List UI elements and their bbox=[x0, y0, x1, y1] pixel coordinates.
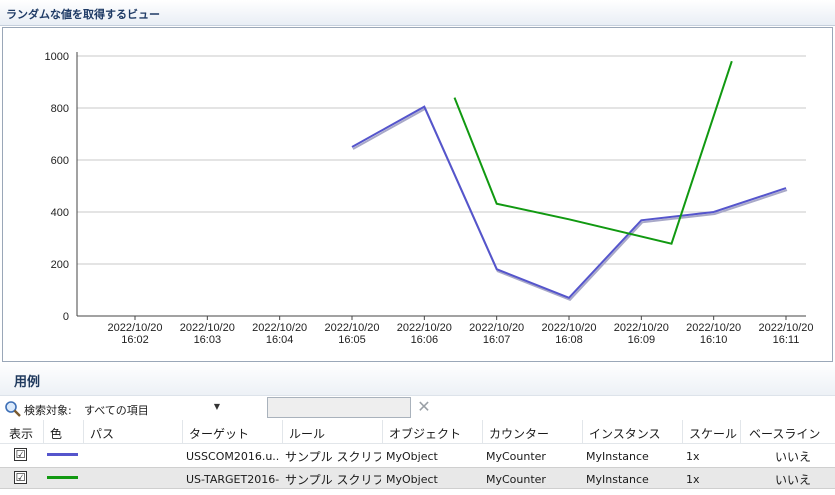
column-header-color[interactable]: 色 bbox=[43, 420, 83, 443]
show-checkbox[interactable]: ☑ bbox=[14, 471, 27, 484]
window-title-bar: ランダムな値を取得するビュー bbox=[0, 0, 835, 26]
path-cell bbox=[89, 468, 179, 488]
x-tick-label-date: 2022/10/20 bbox=[469, 322, 524, 334]
column-header-target[interactable]: ターゲット bbox=[182, 420, 282, 443]
clear-search-icon[interactable]: ✕ bbox=[415, 398, 433, 416]
path-cell bbox=[89, 445, 179, 467]
column-header-object[interactable]: オブジェクト bbox=[382, 420, 482, 443]
legend-title: 用例 bbox=[14, 375, 41, 390]
x-tick-label-date: 2022/10/20 bbox=[614, 322, 669, 334]
x-tick-label-date: 2022/10/20 bbox=[252, 322, 307, 334]
filter-dropdown-value: すべての項目 bbox=[84, 404, 149, 417]
legend-table-header: 表示 色 パス ターゲット ルール オブジェクト カウンター インスタンス スケ… bbox=[0, 420, 835, 444]
filter-dropdown[interactable]: すべての項目 ▼ bbox=[82, 399, 228, 418]
x-tick-label-date: 2022/10/20 bbox=[324, 322, 379, 334]
baseline-cell: いいえ bbox=[775, 473, 812, 487]
column-header-scale[interactable]: スケール bbox=[682, 420, 740, 443]
y-tick-label: 800 bbox=[51, 103, 69, 115]
line-chart: 020040060080010002022/10/2016:022022/10/… bbox=[45, 51, 814, 346]
y-tick-label: 400 bbox=[51, 207, 69, 219]
legend-header: 用例 bbox=[0, 362, 835, 396]
rule-cell: サンプル スクリプ... bbox=[285, 473, 381, 487]
x-tick-label-time: 16:11 bbox=[773, 334, 800, 346]
performance-chart: 0 200 400 600 800 1000 2022/10/20 16:02 2022/10/… bbox=[2, 27, 833, 362]
legend-row[interactable]: ☑ US-TARGET2016-... サンプル スクリプ... MyObjec… bbox=[0, 467, 835, 489]
rule-cell: サンプル スクリプ... bbox=[285, 450, 381, 464]
legend-row[interactable]: ☑ USSCOM2016.u... サンプル スクリプ... MyObject … bbox=[0, 445, 835, 467]
x-tick-label-date: 2022/10/20 bbox=[397, 322, 452, 334]
x-tick-label-time: 16:02 bbox=[121, 334, 149, 346]
chevron-down-icon: ▼ bbox=[213, 402, 220, 411]
filter-label: 検索対象: bbox=[24, 404, 72, 417]
column-header-show[interactable]: 表示 bbox=[9, 420, 43, 443]
legend-panel: 用例 検索対象: すべての項目 ▼ ✕ 表示 色 パス ターゲット ルール オブ… bbox=[0, 362, 835, 495]
target-cell: US-TARGET2016-... bbox=[186, 473, 280, 486]
y-tick-label: 600 bbox=[51, 155, 69, 167]
counter-cell: MyCounter bbox=[486, 450, 546, 463]
column-header-baseline[interactable]: ベースライン bbox=[740, 420, 835, 443]
object-cell: MyObject bbox=[386, 450, 438, 463]
x-tick-label-time: 16:10 bbox=[700, 334, 728, 346]
series-line bbox=[351, 105, 787, 299]
baseline-cell: いいえ bbox=[775, 450, 812, 464]
x-tick-label-time: 16:06 bbox=[411, 334, 439, 346]
target-cell: USSCOM2016.u... bbox=[186, 450, 280, 463]
scale-cell: 1x bbox=[686, 450, 700, 463]
y-tick-label: 1000 bbox=[45, 51, 69, 63]
series-color-swatch bbox=[47, 476, 78, 479]
x-tick-label-date: 2022/10/20 bbox=[541, 322, 596, 334]
y-tick-label: 200 bbox=[51, 259, 69, 271]
x-tick-label-date: 2022/10/20 bbox=[180, 322, 235, 334]
x-tick-label-time: 16:07 bbox=[483, 334, 511, 346]
x-tick-label-time: 16:05 bbox=[338, 334, 366, 346]
x-tick-label-time: 16:03 bbox=[194, 334, 222, 346]
instance-cell: MyInstance bbox=[586, 473, 649, 486]
x-tick-label-date: 2022/10/20 bbox=[758, 322, 813, 334]
counter-cell: MyCounter bbox=[486, 473, 546, 486]
instance-cell: MyInstance bbox=[586, 450, 649, 463]
show-checkbox[interactable]: ☑ bbox=[14, 448, 27, 461]
series-line-shadow bbox=[352, 107, 788, 301]
scale-cell: 1x bbox=[686, 473, 700, 486]
x-tick-label-date: 2022/10/20 bbox=[686, 322, 741, 334]
x-tick-label-time: 16:08 bbox=[555, 334, 583, 346]
window-title: ランダムな値を取得するビュー bbox=[6, 8, 160, 21]
object-cell: MyObject bbox=[386, 473, 438, 486]
x-tick-label-time: 16:09 bbox=[628, 334, 656, 346]
x-tick-label-date: 2022/10/20 bbox=[107, 322, 162, 334]
legend-search-input[interactable] bbox=[267, 397, 411, 418]
column-header-rule[interactable]: ルール bbox=[282, 420, 382, 443]
series-color-swatch bbox=[47, 453, 78, 456]
column-header-instance[interactable]: インスタンス bbox=[582, 420, 682, 443]
search-icon bbox=[5, 401, 21, 417]
column-header-counter[interactable]: カウンター bbox=[482, 420, 582, 443]
y-tick-label: 0 bbox=[63, 311, 69, 323]
x-tick-label-time: 16:04 bbox=[266, 334, 294, 346]
column-header-path[interactable]: パス bbox=[83, 420, 182, 443]
